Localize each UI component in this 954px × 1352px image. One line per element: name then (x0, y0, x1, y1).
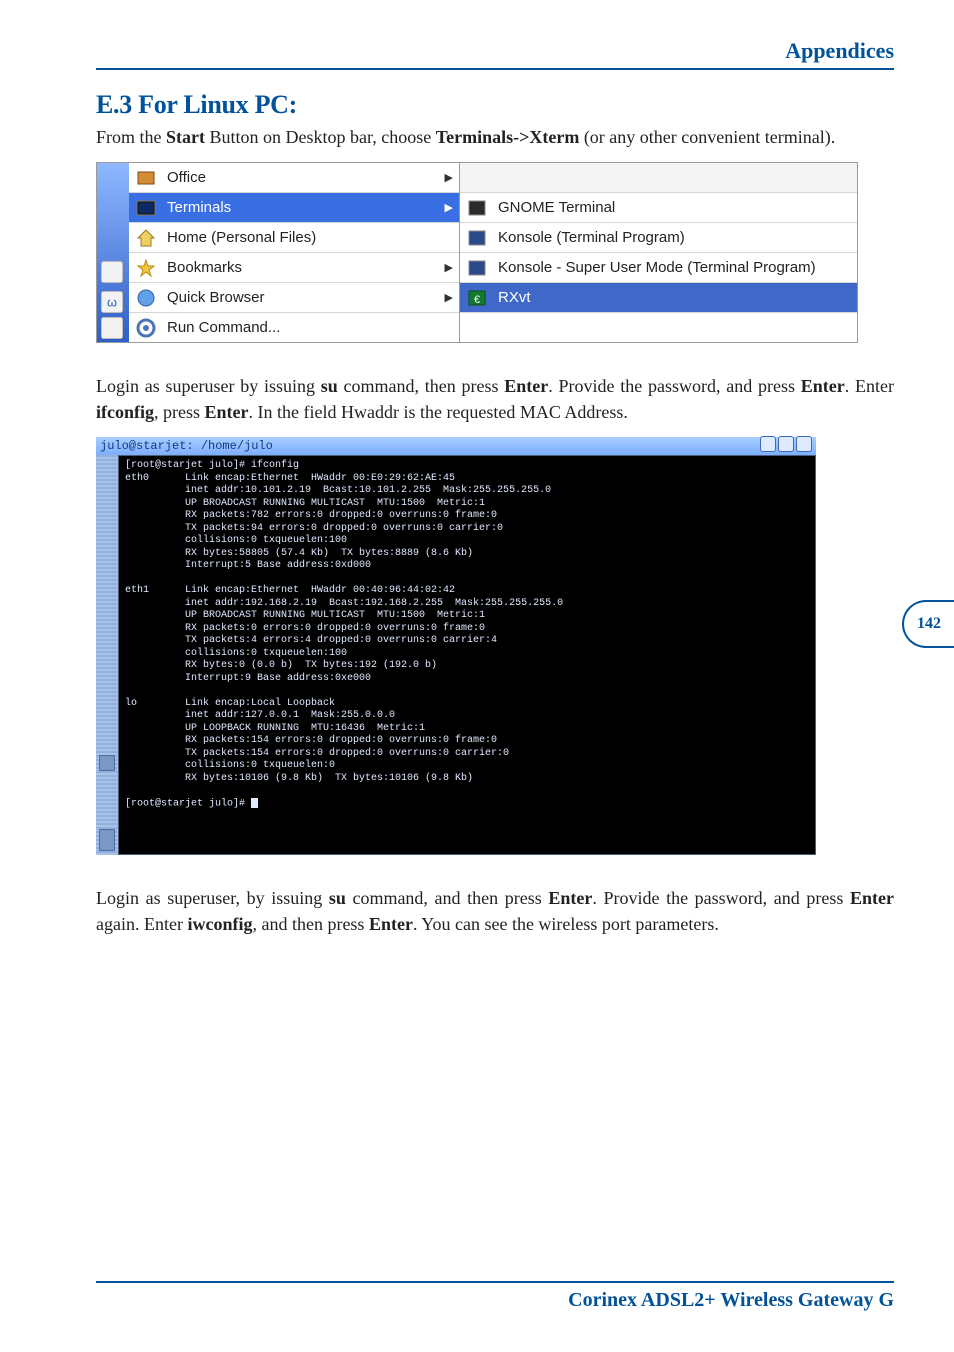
screenshot-terminal: julo@starjet: /home/julo [root@starjet j… (96, 437, 816, 855)
menu-item-label: Terminals (167, 199, 439, 216)
submenu-item-konsole[interactable]: Konsole (Terminal Program) (460, 223, 857, 253)
menu-item-label: Konsole (Terminal Program) (498, 229, 851, 246)
page-number-badge: 142 (902, 600, 954, 648)
rxvt-icon: € (466, 287, 488, 309)
window-buttons (758, 436, 812, 456)
submenu-item-rxvt[interactable]: € RXvt (460, 283, 857, 313)
submenu-arrow-icon: ▶ (445, 171, 453, 184)
menu-item-label: Konsole - Super User Mode (Terminal Prog… (498, 259, 851, 276)
menu-item-label: GNOME Terminal (498, 199, 851, 216)
menu-item-quick-browser[interactable]: Quick Browser ▶ (129, 283, 459, 313)
menu-item-label: Bookmarks (167, 259, 439, 276)
submenu-item-gnome-terminal[interactable]: GNOME Terminal (460, 193, 857, 223)
text: (or any other convenient terminal). (579, 127, 835, 147)
text: . Provide the password, and press (548, 376, 801, 396)
terminal-title: julo@starjet: /home/julo (100, 439, 273, 453)
text: Button on Desktop bar, choose (205, 127, 436, 147)
text: . In the field Hwaddr is the requested M… (249, 402, 628, 422)
bold-enter: Enter (548, 888, 592, 908)
bold-enter: Enter (850, 888, 894, 908)
text: command, then press (338, 376, 504, 396)
bold-enter: Enter (369, 914, 413, 934)
terminal-icon (135, 197, 157, 219)
taskbar-icon (101, 261, 123, 283)
browser-icon (135, 287, 157, 309)
terminal-text: [root@starjet julo]# ifconfig eth0 Link … (125, 460, 563, 809)
taskbar-icon: ω (101, 291, 123, 313)
screenshot-start-menu: ω Office ▶ Terminals ▶ Home (Personal Fi… (96, 162, 858, 343)
intro-paragraph: From the Start Button on Desktop bar, ch… (96, 124, 894, 150)
minimize-icon[interactable] (760, 436, 776, 452)
submenu-arrow-icon: ▶ (445, 201, 453, 214)
svg-text:ω: ω (107, 295, 117, 310)
menu-item-label: Quick Browser (167, 289, 439, 306)
bookmark-icon (135, 257, 157, 279)
konsole-su-icon (466, 257, 488, 279)
terminal-titlebar: julo@starjet: /home/julo (96, 437, 816, 455)
menu-item-run-command[interactable]: Run Command... (129, 313, 459, 342)
bold-terminals-xterm: Terminals->Xterm (436, 127, 580, 147)
bold-su: su (329, 888, 346, 908)
text: again. Enter (96, 914, 187, 934)
header-rule (96, 68, 894, 70)
terminal-cursor (251, 798, 258, 808)
footer-text: Corinex ADSL2+ Wireless Gateway G (96, 1289, 894, 1312)
body-paragraph: Login as superuser by issuing su command… (96, 373, 894, 425)
konsole-icon (466, 227, 488, 249)
desktop-taskbar: ω (97, 163, 129, 342)
scroll-handle-icon[interactable] (99, 755, 115, 771)
footer-rule (96, 1281, 894, 1283)
terminal-sidebar (96, 455, 118, 855)
close-icon[interactable] (796, 436, 812, 452)
text: , press (154, 402, 205, 422)
submenu-item-konsole-su[interactable]: Konsole - Super User Mode (Terminal Prog… (460, 253, 857, 283)
text: . Enter (845, 376, 894, 396)
section-header: Appendices (96, 38, 894, 64)
menu-spacer (460, 313, 857, 342)
menu-item-home[interactable]: Home (Personal Files) (129, 223, 459, 253)
submenu-arrow-icon: ▶ (445, 261, 453, 274)
home-icon (135, 227, 157, 249)
start-menu-right: GNOME Terminal Konsole (Terminal Program… (460, 163, 857, 342)
scroll-button-icon[interactable] (99, 829, 115, 851)
maximize-icon[interactable] (778, 436, 794, 452)
body-paragraph: Login as superuser, by issuing su comman… (96, 885, 894, 937)
bold-enter: Enter (205, 402, 249, 422)
bold-ifconfig: ifconfig (96, 402, 154, 422)
menu-item-bookmarks[interactable]: Bookmarks ▶ (129, 253, 459, 283)
office-icon (135, 167, 157, 189)
text: . Provide the password, and press (592, 888, 850, 908)
bold-start: Start (166, 127, 205, 147)
bold-enter: Enter (801, 376, 845, 396)
menu-item-terminals[interactable]: Terminals ▶ (129, 193, 459, 223)
menu-item-label: RXvt (498, 289, 851, 306)
text: command, and then press (346, 888, 549, 908)
text: , and then press (252, 914, 368, 934)
menu-item-office[interactable]: Office ▶ (129, 163, 459, 193)
svg-text:€: € (474, 294, 480, 306)
menu-item-label: Run Command... (167, 319, 453, 336)
menu-spacer (460, 163, 857, 193)
bold-su: su (321, 376, 338, 396)
run-icon (135, 317, 157, 339)
terminal-output[interactable]: [root@starjet julo]# ifconfig eth0 Link … (118, 455, 816, 855)
text: Login as superuser, by issuing (96, 888, 329, 908)
subsection-title: E.3 For Linux PC: (96, 90, 894, 120)
text: . You can see the wireless port paramete… (413, 914, 719, 934)
text: Login as superuser by issuing (96, 376, 321, 396)
bold-iwconfig: iwconfig (187, 914, 252, 934)
menu-item-label: Office (167, 169, 439, 186)
bold-enter: Enter (504, 376, 548, 396)
start-menu-left: Office ▶ Terminals ▶ Home (Personal File… (129, 163, 460, 342)
menu-item-label: Home (Personal Files) (167, 229, 453, 246)
taskbar-icon (101, 317, 123, 339)
gnome-terminal-icon (466, 197, 488, 219)
submenu-arrow-icon: ▶ (445, 291, 453, 304)
text: From the (96, 127, 166, 147)
